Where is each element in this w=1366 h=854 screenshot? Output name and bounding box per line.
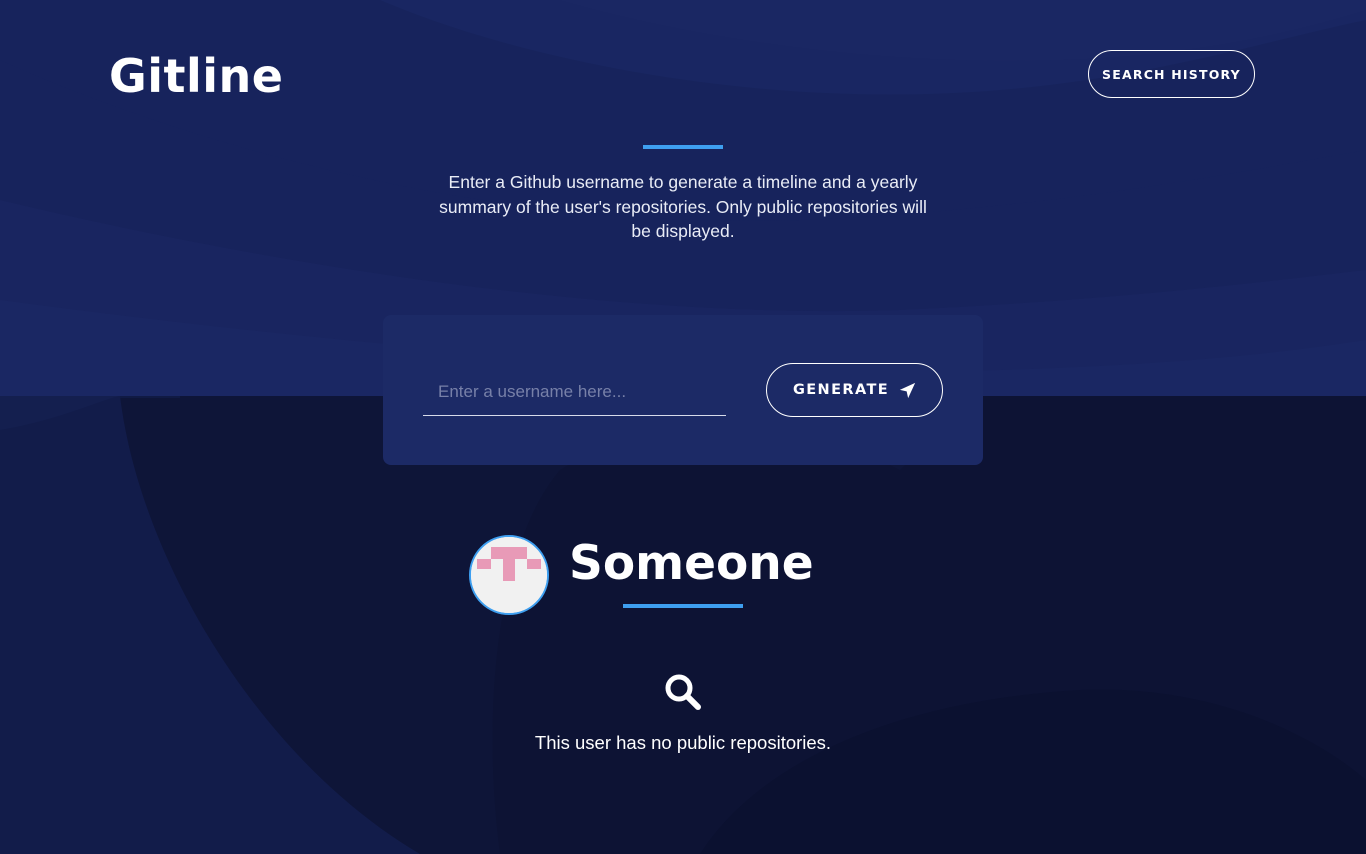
intro-accent-line xyxy=(643,145,723,149)
search-history-button[interactable]: SEARCH HISTORY xyxy=(1088,50,1255,98)
avatar xyxy=(469,535,549,615)
header: Gitline SEARCH HISTORY xyxy=(0,0,1366,150)
username-input[interactable] xyxy=(423,368,726,416)
search-icon xyxy=(665,674,701,710)
generate-button-label: GENERATE xyxy=(792,382,890,398)
profile-username: Someone xyxy=(569,536,814,591)
username-accent-line xyxy=(623,604,743,608)
search-panel: GENERATE xyxy=(383,315,983,465)
intro-text: Enter a Github username to generate a ti… xyxy=(439,172,927,241)
identicon-avatar xyxy=(471,537,547,613)
location-arrow-icon xyxy=(899,382,916,398)
app-logo[interactable]: Gitline xyxy=(109,48,284,104)
generate-button[interactable]: GENERATE xyxy=(766,363,943,417)
empty-state-message: This user has no public repositories. xyxy=(534,732,832,753)
